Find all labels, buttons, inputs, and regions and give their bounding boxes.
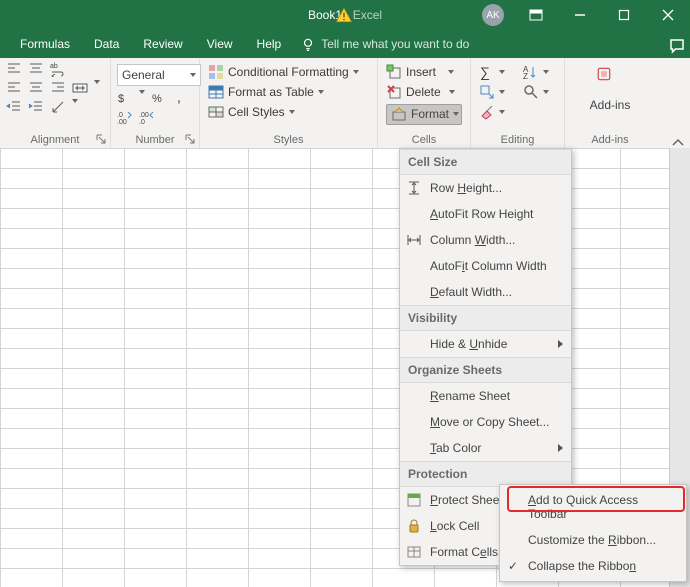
svg-text:$: $ (118, 93, 124, 105)
group-alignment: ab Alignment (0, 58, 111, 148)
protect-sheet-icon (406, 492, 422, 508)
comma-format-icon[interactable]: , (173, 90, 189, 106)
delete-button[interactable]: Delete (386, 84, 462, 100)
group-number: General $ % , .0.00 .00.0 Number (111, 58, 200, 148)
comments-icon[interactable] (666, 35, 688, 57)
addins-icon[interactable] (596, 66, 624, 94)
align-center-icon[interactable] (28, 61, 44, 77)
menu-tab-color[interactable]: Tab Color (400, 435, 571, 461)
clear-icon[interactable] (479, 104, 495, 120)
svg-text:Z: Z (523, 72, 528, 80)
menu-column-width[interactable]: Column Width... (400, 227, 571, 253)
conditional-formatting-button[interactable]: Conditional Formatting (208, 64, 369, 80)
svg-text:∑: ∑ (480, 64, 490, 80)
context-menu: Add to Quick Access Toolbar Customize th… (499, 484, 687, 582)
section-cell-size: Cell Size (400, 149, 571, 175)
group-label-cells: Cells (378, 134, 470, 146)
sort-filter-icon[interactable]: AZ (523, 64, 539, 80)
tab-formulas[interactable]: Formulas (8, 30, 82, 58)
group-label-alignment: Alignment (0, 134, 110, 146)
align-left-icon[interactable] (6, 61, 22, 77)
menu-move-copy-sheet[interactable]: Move or Copy Sheet... (400, 409, 571, 435)
row-height-icon (406, 180, 422, 196)
warning-icon (335, 6, 353, 24)
svg-text:.0: .0 (117, 112, 123, 119)
insert-cells-icon (386, 64, 402, 80)
section-organize: Organize Sheets (400, 357, 571, 383)
ctx-add-to-qat[interactable]: Add to Quick Access Toolbar (500, 487, 686, 527)
menu-row-height[interactable]: Row Height... (400, 175, 571, 201)
number-format-value: General (122, 68, 165, 82)
increase-decimal-icon[interactable]: .0.00 (117, 109, 133, 125)
ctx-collapse-ribbon[interactable]: ✓ Collapse the Ribbon (500, 553, 686, 579)
column-width-icon (406, 232, 422, 248)
svg-text:.0: .0 (139, 119, 145, 125)
menubar: Formulas Data Review View Help Tell me w… (0, 30, 690, 58)
format-button[interactable]: Format (386, 104, 462, 125)
menu-rename-sheet[interactable]: Rename Sheet (400, 383, 571, 409)
svg-text:.00: .00 (139, 112, 149, 119)
accounting-format-icon[interactable]: $ (117, 90, 133, 106)
align-right-icon[interactable] (50, 80, 66, 96)
menu-autofit-row-height[interactable]: AutoFit Row Height (400, 201, 571, 227)
insert-button[interactable]: Insert (386, 64, 462, 80)
format-cells-dialog-icon (406, 544, 422, 560)
decrease-indent-icon[interactable] (6, 99, 22, 115)
decrease-decimal-icon[interactable]: .00.0 (139, 109, 155, 125)
title-app: Excel (353, 8, 382, 22)
lightbulb-icon (301, 37, 315, 51)
orientation-icon[interactable] (50, 99, 66, 115)
submenu-arrow-icon (558, 340, 563, 348)
find-select-icon[interactable] (523, 84, 539, 100)
svg-text:,: , (177, 90, 181, 105)
svg-text:%: % (152, 93, 162, 105)
titlebar: Book1 - Excel AK (0, 0, 690, 30)
autosum-icon[interactable]: ∑ (479, 64, 495, 80)
delete-cells-icon (386, 84, 402, 100)
format-cells-icon (391, 106, 407, 122)
lock-icon (406, 518, 422, 534)
rename-sheet-icon (406, 388, 422, 404)
cell-styles-icon (208, 104, 224, 120)
merge-center-icon[interactable] (72, 80, 88, 96)
number-format-combo[interactable]: General (117, 64, 201, 86)
format-as-table-icon (208, 84, 224, 100)
align-center2-icon[interactable] (28, 80, 44, 96)
percent-format-icon[interactable]: % (151, 90, 167, 106)
group-cells: Insert Delete Format Cells (378, 58, 471, 148)
cell-styles-button[interactable]: Cell Styles (208, 104, 369, 120)
align-left2-icon[interactable] (6, 80, 22, 96)
dialog-launcher-icon[interactable] (185, 134, 195, 144)
wrap-text-icon[interactable]: ab (50, 61, 66, 77)
addins-label[interactable]: Add-ins (590, 98, 631, 112)
group-label-editing: Editing (471, 134, 564, 146)
svg-text:.00: .00 (117, 119, 127, 125)
fill-icon[interactable] (479, 84, 495, 100)
menu-default-width[interactable]: Default Width... (400, 279, 571, 305)
check-icon: ✓ (508, 559, 518, 573)
group-addins: Add-ins Add-ins (565, 58, 655, 148)
menu-autofit-column-width[interactable]: AutoFit Column Width (400, 253, 571, 279)
group-styles: Conditional Formatting Format as Table C… (200, 58, 378, 148)
menu-hide-unhide[interactable]: Hide & Unhide (400, 331, 571, 357)
conditional-formatting-icon (208, 64, 224, 80)
increase-indent-icon[interactable] (28, 99, 44, 115)
tab-review[interactable]: Review (131, 30, 194, 58)
tell-me[interactable]: Tell me what you want to do (301, 37, 469, 51)
tab-help[interactable]: Help (245, 30, 294, 58)
ribbon: ab Alignment General $ % , (0, 58, 690, 149)
ctx-customize-ribbon[interactable]: Customize the Ribbon... (500, 527, 686, 553)
svg-text:ab: ab (50, 63, 58, 70)
collapse-ribbon-icon[interactable] (668, 135, 688, 149)
tell-me-label: Tell me what you want to do (321, 37, 469, 51)
format-as-table-button[interactable]: Format as Table (208, 84, 369, 100)
group-editing: ∑ AZ Editing (471, 58, 565, 148)
tab-view[interactable]: View (195, 30, 245, 58)
dialog-launcher-icon[interactable] (96, 134, 106, 144)
section-visibility: Visibility (400, 305, 571, 331)
group-label-styles: Styles (200, 134, 377, 146)
submenu-arrow-icon (558, 444, 563, 452)
tab-data[interactable]: Data (82, 30, 131, 58)
group-label-addins: Add-ins (565, 134, 655, 146)
